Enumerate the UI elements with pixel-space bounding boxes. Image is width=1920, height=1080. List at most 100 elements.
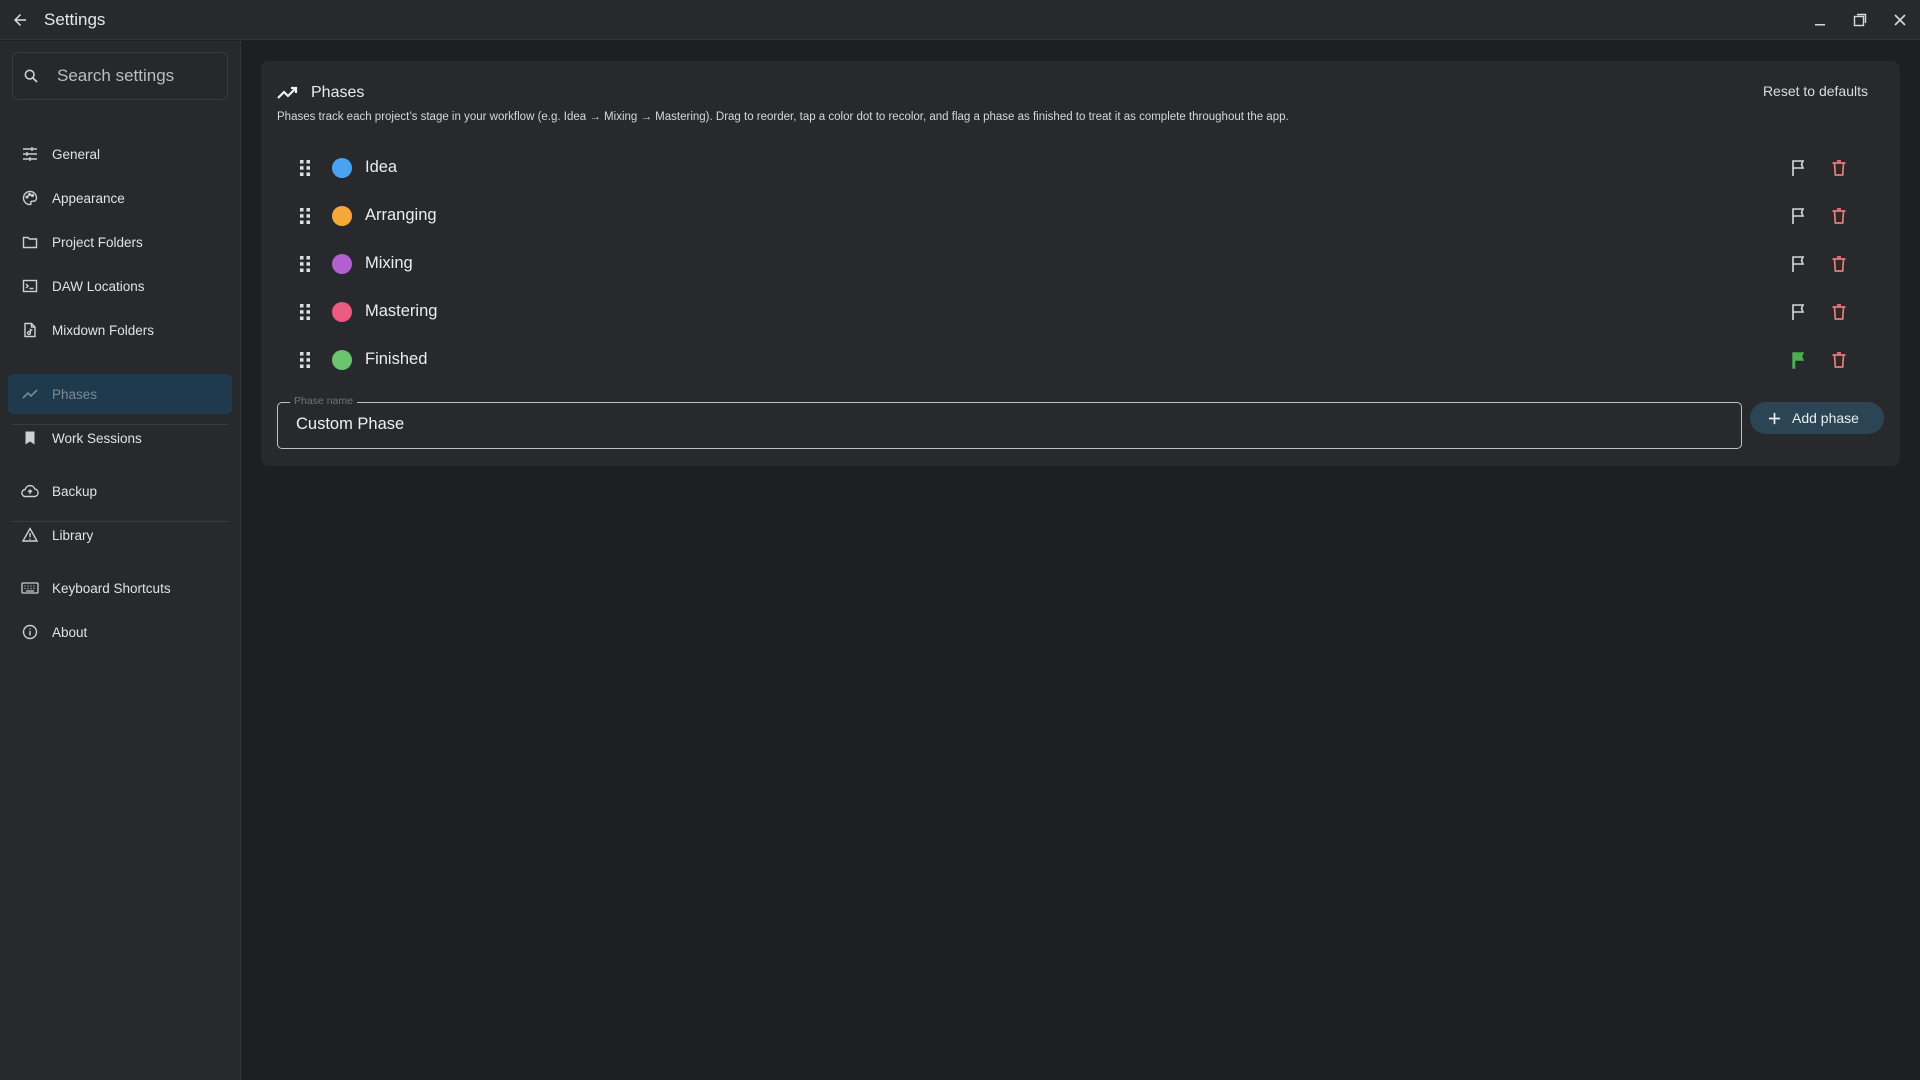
flag-finished-button[interactable] (1787, 300, 1811, 324)
phase-name-input[interactable] (296, 415, 1696, 434)
phase-color-dot[interactable] (332, 350, 352, 370)
sidebar-divider (12, 424, 228, 425)
sidebar-item-project-folders[interactable]: Project Folders (8, 222, 232, 262)
phase-row: Idea (261, 144, 1900, 192)
drag-handle-icon[interactable] (299, 207, 311, 225)
flag-finished-button[interactable] (1787, 348, 1811, 372)
flag-finished-button[interactable] (1787, 252, 1811, 276)
search-icon (23, 68, 43, 84)
sidebar-item-label: Work Sessions (52, 430, 142, 446)
flag-outline-icon (1792, 256, 1805, 272)
phase-name-field: Phase name (277, 395, 1742, 449)
phase-color-dot[interactable] (332, 206, 352, 226)
trash-icon (1832, 160, 1846, 176)
sidebar-item-keyboard-shortcuts[interactable]: Keyboard Shortcuts (8, 568, 232, 608)
delete-phase-button[interactable] (1827, 348, 1851, 372)
sidebar-divider (12, 521, 228, 522)
plus-icon (1768, 411, 1782, 425)
phase-color-dot[interactable] (332, 254, 352, 274)
sidebar-item-label: Library (52, 527, 94, 543)
phase-name: Mastering (365, 302, 438, 320)
window-controls (1800, 0, 1920, 40)
sidebar-item-label: About (52, 624, 88, 640)
phase-color-dot[interactable] (332, 302, 352, 322)
bookmark-icon (20, 428, 40, 448)
sidebar-item-mixdown-folders[interactable]: Mixdown Folders (8, 310, 232, 350)
delete-phase-button[interactable] (1827, 156, 1851, 180)
delete-phase-button[interactable] (1827, 252, 1851, 276)
flag-outline-icon (1792, 304, 1805, 320)
settings-sidebar: General Appearance Project Folders DAW L… (0, 41, 241, 1080)
add-phase-label: Add phase (1792, 410, 1859, 426)
info-icon (20, 622, 40, 642)
phase-row: Finished (261, 336, 1900, 384)
close-button[interactable] (1880, 0, 1920, 40)
sidebar-item-label: Appearance (52, 190, 125, 206)
sidebar-item-label: Backup (52, 483, 98, 499)
title-bar: Settings (0, 0, 1920, 40)
delete-phase-button[interactable] (1827, 204, 1851, 228)
search-input[interactable] (57, 66, 217, 86)
phase-row: Mixing (261, 240, 1900, 288)
sidebar-item-label: Mixdown Folders (52, 322, 155, 338)
drag-handle-icon[interactable] (299, 159, 311, 177)
flag-outline-icon (1792, 208, 1805, 224)
add-phase-button[interactable]: Add phase (1750, 402, 1884, 434)
page-title: Phases (311, 84, 365, 101)
back-button[interactable] (0, 0, 40, 40)
phases-description: Phases track each project’s stage in you… (277, 111, 1289, 123)
trash-icon (1832, 352, 1846, 368)
trash-icon (1832, 256, 1846, 272)
reset-to-defaults-button[interactable]: Reset to defaults (1763, 83, 1868, 99)
flag-finished-button[interactable] (1787, 204, 1811, 228)
minimize-icon (1815, 24, 1825, 26)
phase-color-dot[interactable] (332, 158, 352, 178)
sidebar-item-label: Phases (52, 386, 98, 402)
sidebar-item-label: Keyboard Shortcuts (52, 580, 171, 596)
arrow-left-icon (14, 13, 26, 26)
sidebar-item-general[interactable]: General (8, 134, 232, 174)
flag-filled-icon (1792, 352, 1805, 369)
sidebar-item-label: Project Folders (52, 234, 143, 250)
sidebar-item-label: DAW Locations (52, 278, 145, 294)
trend-icon (277, 83, 301, 103)
folder-icon (20, 232, 40, 252)
close-icon (1894, 14, 1906, 26)
sidebar-item-backup[interactable]: Backup (8, 471, 232, 511)
window-title: Settings (44, 9, 106, 29)
trend-icon (20, 384, 40, 404)
phase-name: Arranging (365, 206, 437, 224)
phase-name-label: Phase name (290, 395, 357, 407)
file-audio-icon (20, 320, 40, 340)
sidebar-item-label: General (52, 146, 101, 162)
keyboard-icon (20, 578, 40, 598)
terminal-icon (20, 276, 40, 296)
warning-icon (20, 525, 40, 545)
flag-outline-icon (1792, 160, 1805, 176)
trash-icon (1832, 304, 1846, 320)
phase-row: Mastering (261, 288, 1900, 336)
trash-icon (1832, 208, 1846, 224)
search-box[interactable] (12, 52, 228, 100)
drag-handle-icon[interactable] (299, 255, 311, 273)
minimize-button[interactable] (1800, 0, 1840, 40)
flag-finished-button[interactable] (1787, 156, 1811, 180)
sidebar-item-about[interactable]: About (8, 612, 232, 652)
phases-card: Phases Reset to defaults Phases track ea… (261, 61, 1900, 466)
sidebar-item-daw-locations[interactable]: DAW Locations (8, 266, 232, 306)
palette-icon (20, 188, 40, 208)
drag-handle-icon[interactable] (299, 303, 311, 321)
phase-name: Finished (365, 350, 428, 368)
sidebar-item-appearance[interactable]: Appearance (8, 178, 232, 218)
phases-header: Phases (277, 83, 364, 103)
phase-name: Mixing (365, 254, 413, 272)
delete-phase-button[interactable] (1827, 300, 1851, 324)
sliders-icon (20, 144, 40, 164)
phase-name: Idea (365, 158, 398, 176)
drag-handle-icon[interactable] (299, 351, 311, 369)
sidebar-item-phases[interactable]: Phases (8, 374, 232, 414)
phase-row: Arranging (261, 192, 1900, 240)
restore-icon (1853, 13, 1867, 27)
maximize-button[interactable] (1840, 0, 1880, 40)
cloud-upload-icon (20, 481, 40, 501)
